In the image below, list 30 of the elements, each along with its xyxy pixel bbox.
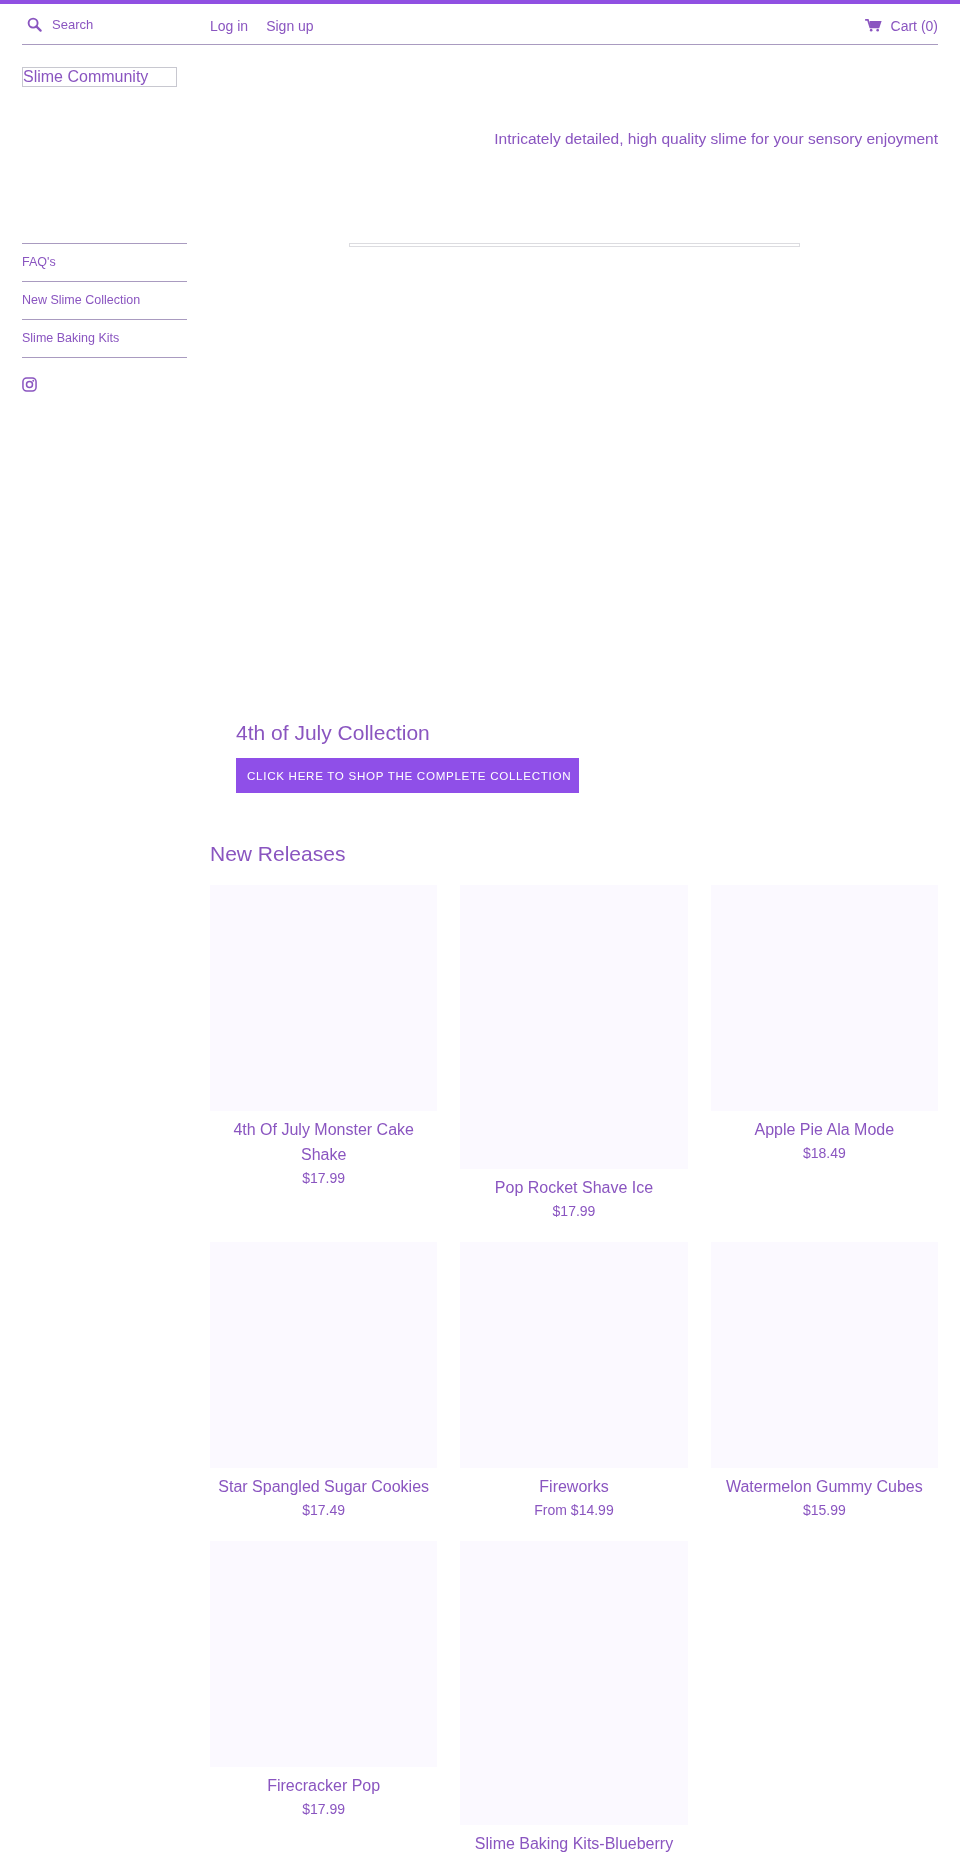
search-icon[interactable] [27,16,42,32]
product-title[interactable]: Watermelon Gummy Cubes [721,1474,927,1499]
cart-icon[interactable] [864,19,882,32]
product-title[interactable]: Slime Baking Kits-Blueberry [470,1831,678,1856]
product-price: $18.49 [802,1144,846,1163]
product-title[interactable]: Fireworks [535,1474,613,1499]
product-title[interactable]: Star Spangled Sugar Cookies [214,1474,434,1499]
tagline: Intricately detailed, high quality slime for your sensory enjoyment [493,130,938,148]
product-title[interactable]: Apple Pie Ala Mode [750,1117,899,1142]
product-price: $17.99 [302,1800,346,1819]
sidebar-item[interactable]: Slime Baking Kits [22,320,187,358]
collection-title: 4th of July Collection [236,720,431,746]
cart-link[interactable]: Cart (0) [890,17,938,34]
section-title: New Releases [210,841,347,867]
sidebar-item[interactable]: FAQ's [22,244,187,282]
account-link[interactable]: Sign up [266,17,314,34]
product-price: $17.49 [302,1501,346,1520]
store-logo[interactable]: Slime Community [22,67,177,87]
product-title[interactable]: Pop Rocket Shave Ice [490,1175,658,1200]
product-title[interactable]: 4th Of July Monster Cake Shake [210,1117,438,1167]
product-price: $15.99 [802,1501,846,1520]
sidebar-item[interactable]: New Slime Collection [22,282,187,320]
product-price: $17.99 [302,1169,346,1188]
product-price: $17.99 [552,1202,596,1221]
product-price: From $14.99 [534,1501,614,1520]
shop-collection-button[interactable]: CLICK HERE TO SHOP THE COMPLETE COLLECTION [236,758,580,793]
instagram-icon[interactable] [22,377,37,392]
account-link[interactable]: Log in [210,17,249,34]
product-title[interactable]: Firecracker Pop [263,1773,385,1798]
search-field[interactable]: Search [52,16,182,32]
